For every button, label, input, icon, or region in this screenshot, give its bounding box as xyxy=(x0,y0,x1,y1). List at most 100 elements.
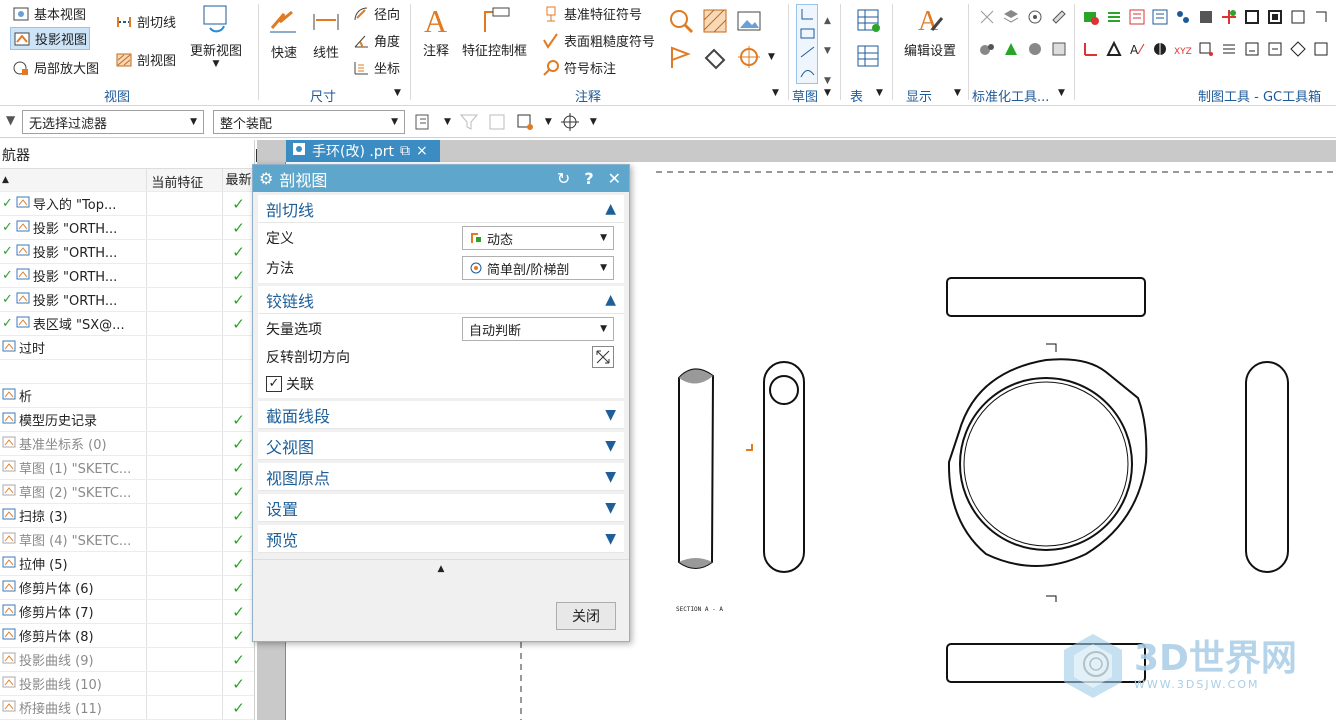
hatch-icon[interactable] xyxy=(702,8,728,38)
gc-tool-icon[interactable] xyxy=(1289,40,1307,58)
sketch-scroll-icon[interactable]: ▲ ▼ ▼ xyxy=(824,6,831,96)
close-icon[interactable]: × xyxy=(416,143,428,159)
crosshair-icon[interactable] xyxy=(560,112,582,132)
method-dropdown[interactable]: 简单剖/阶梯剖 ▼ xyxy=(462,256,614,280)
std-tool-icon[interactable] xyxy=(1002,8,1020,26)
dialog-section-header[interactable]: 视图原点 ▼ xyxy=(258,463,624,491)
feature-control-frame-button[interactable]: 特征控制框 xyxy=(462,4,527,59)
gc-tool-icon[interactable] xyxy=(1220,40,1238,58)
gc-tool-icon[interactable] xyxy=(1174,8,1192,26)
gc-tool-icon[interactable] xyxy=(1151,40,1169,58)
update-view-dropdown-icon[interactable]: ▼ xyxy=(190,59,242,69)
detail-view-button[interactable]: 局部放大图 xyxy=(12,58,99,77)
tab-document[interactable]: 手环(改) .prt ⧉ × xyxy=(286,140,440,162)
dialog-section-header[interactable]: 预览 ▼ xyxy=(258,525,624,553)
navigator-row[interactable]: 修剪片体 (6) ✓ xyxy=(0,576,254,600)
help-icon[interactable]: ? xyxy=(584,169,593,188)
std-tool-icon[interactable] xyxy=(978,8,996,26)
std-tool-icon[interactable] xyxy=(1050,8,1068,26)
navigator-row[interactable]: ✓ 投影 "ORTH... ✓ xyxy=(0,240,254,264)
gc-tool-icon[interactable] xyxy=(1266,8,1284,26)
find-icon[interactable] xyxy=(668,8,694,38)
coordinate-dimension-button[interactable]: 坐标 xyxy=(352,58,400,77)
sketch-dropdown-icon[interactable]: ▼ xyxy=(824,88,831,98)
navigator-row[interactable]: ✓ 投影 "ORTH... ✓ xyxy=(0,264,254,288)
leader-flag-icon[interactable] xyxy=(668,44,694,74)
std-tool-icon[interactable] xyxy=(1050,40,1068,58)
navigator-row[interactable]: 过时 xyxy=(0,336,254,360)
quick-dimension-button[interactable]: 快速 xyxy=(268,6,300,61)
gc-tool-icon[interactable] xyxy=(1082,40,1100,58)
navigator-row[interactable]: ✓ 投影 "ORTH... ✓ xyxy=(0,288,254,312)
annotation-more-icon[interactable]: ▼ xyxy=(768,52,775,62)
gc-tool-icon[interactable] xyxy=(1082,8,1100,26)
collapse-more-icon[interactable]: ▲ xyxy=(253,559,629,574)
symbol-callout-button[interactable]: 符号标注 xyxy=(542,58,616,77)
gc-tool-icon[interactable] xyxy=(1312,8,1330,26)
navigator-row[interactable]: 扫掠 (3) ✓ xyxy=(0,504,254,528)
select-all-icon[interactable] xyxy=(487,112,507,132)
section-line-button[interactable]: 剖切线 xyxy=(115,12,176,31)
linear-dimension-button[interactable]: 线性 xyxy=(310,6,342,61)
basic-view-button[interactable]: 基本视图 xyxy=(12,4,86,23)
hinge-line-section-header[interactable]: 铰链线 ▲ xyxy=(258,286,624,314)
table-icon[interactable] xyxy=(856,8,882,38)
navigator-row[interactable]: 修剪片体 (7) ✓ xyxy=(0,600,254,624)
navigator-row[interactable]: ✓ 投影 "ORTH... ✓ xyxy=(0,216,254,240)
target-point-icon[interactable] xyxy=(736,44,762,74)
gc-tool-icon[interactable] xyxy=(1105,40,1123,58)
gc-tool-icon[interactable] xyxy=(1151,8,1169,26)
image-icon[interactable] xyxy=(736,8,762,38)
datum-feature-button[interactable]: 基准特征符号 xyxy=(542,4,642,23)
navigator-row[interactable]: 析 xyxy=(0,384,254,408)
vector-option-dropdown[interactable]: 自动判断 ▼ xyxy=(462,317,614,341)
navigator-row[interactable]: 投影曲线 (10) ✓ xyxy=(0,672,254,696)
update-view-button[interactable]: 更新视图 ▼ xyxy=(190,4,242,69)
dialog-section-header[interactable]: 截面线段 ▼ xyxy=(258,401,624,429)
navigator-row[interactable]: 拉伸 (5) ✓ xyxy=(0,552,254,576)
selection-scope-dropdown[interactable]: 整个装配 ▼ xyxy=(213,110,405,134)
radial-dimension-button[interactable]: 径向 xyxy=(352,4,400,23)
chevron-down-icon[interactable]: ▼ xyxy=(545,117,552,127)
gc-tool-icon[interactable] xyxy=(1105,8,1123,26)
gc-tool-icon[interactable] xyxy=(1220,8,1238,26)
angular-dimension-button[interactable]: 角度 xyxy=(352,31,400,50)
snap-point-icon[interactable] xyxy=(515,112,537,132)
navigator-row[interactable]: 修剪片体 (8) ✓ xyxy=(0,624,254,648)
projected-view-button[interactable]: 投影视图 xyxy=(10,27,91,50)
std-tool-icon[interactable] xyxy=(978,40,996,58)
gc-tool-icon[interactable] xyxy=(1197,40,1215,58)
section-view-button[interactable]: 剖视图 xyxy=(115,50,176,69)
type-filter-icon[interactable] xyxy=(414,112,436,132)
menu-dropdown-icon[interactable]: ▼ xyxy=(6,113,15,127)
table-dropdown-icon[interactable]: ▼ xyxy=(876,88,883,98)
navigator-row[interactable]: 基准坐标系 (0) ✓ xyxy=(0,432,254,456)
navigator-row[interactable]: 草图 (1) "SKETC... ✓ xyxy=(0,456,254,480)
close-icon[interactable]: ✕ xyxy=(608,169,621,188)
selection-filter-dropdown[interactable]: 无选择过滤器 ▼ xyxy=(22,110,204,134)
navigator-row[interactable]: 草图 (2) "SKETC... ✓ xyxy=(0,480,254,504)
navigator-row[interactable]: 草图 (4) "SKETC... ✓ xyxy=(0,528,254,552)
name-column-header[interactable]: ▲ xyxy=(0,175,146,185)
note-button[interactable]: A 注释 xyxy=(420,4,452,59)
std-tool-icon[interactable] xyxy=(1026,40,1044,58)
navigator-row[interactable]: 投影曲线 (9) ✓ xyxy=(0,648,254,672)
navigator-row[interactable]: ✓ 导入的 "Top... ✓ xyxy=(0,192,254,216)
reverse-direction-button[interactable] xyxy=(592,346,614,368)
gc-tool-icon[interactable] xyxy=(1243,40,1261,58)
std-tool-icon[interactable] xyxy=(1002,40,1020,58)
parts-list-icon[interactable] xyxy=(856,44,882,74)
chevron-down-icon[interactable]: ▼ xyxy=(444,117,451,127)
navigator-row[interactable] xyxy=(0,360,254,384)
std-tool-icon[interactable] xyxy=(1026,8,1044,26)
gc-tool-icon[interactable]: XYZ xyxy=(1174,40,1192,58)
gc-tool-icon[interactable] xyxy=(1266,40,1284,58)
navigator-row[interactable]: ✓ 表区域 "SX@... ✓ xyxy=(0,312,254,336)
gc-tool-icon[interactable] xyxy=(1197,8,1215,26)
dimension-more-icon[interactable]: ▼ xyxy=(394,88,401,98)
dialog-section-header[interactable]: 父视图 ▼ xyxy=(258,432,624,460)
display-dropdown-icon[interactable]: ▼ xyxy=(954,88,961,98)
tab-save-icon[interactable]: ⧉ xyxy=(400,143,410,159)
annotation-group-dropdown-icon[interactable]: ▼ xyxy=(772,88,779,98)
cutline-section-header[interactable]: 剖切线 ▲ xyxy=(258,195,624,223)
